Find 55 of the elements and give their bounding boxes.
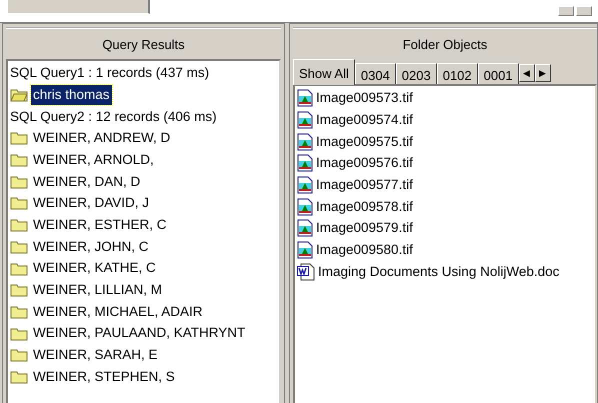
folder-item[interactable]: WEINER, DAN, D — [31, 172, 142, 192]
file-item[interactable]: Image009577.tif — [316, 174, 413, 196]
image-file-icon — [297, 176, 313, 194]
tab[interactable]: Show All — [293, 58, 355, 84]
tab[interactable]: 0203 — [396, 62, 437, 84]
query-summary: SQL Query2 : 12 records (406 ms) — [10, 108, 217, 126]
image-file-icon — [297, 241, 313, 260]
file-item[interactable]: Image009575.tif — [316, 132, 413, 152]
folder-icon — [10, 262, 28, 276]
folder-item[interactable]: WEINER, MICHAEL, ADAIR — [31, 302, 205, 322]
folder-icon — [10, 196, 28, 210]
folder-icon — [10, 326, 28, 341]
folder-icon — [10, 153, 28, 168]
folder-item[interactable]: WEINER, PAULAAND, KATHRYNT — [31, 323, 248, 344]
folder-item[interactable]: WEINER, ESTHER, C — [31, 215, 169, 236]
image-file-icon — [297, 154, 313, 172]
folder-icon — [10, 131, 28, 146]
image-file-icon — [297, 111, 313, 130]
folder-icon — [10, 218, 28, 232]
folder-icon — [10, 240, 28, 254]
folder-item[interactable]: WEINER, ANDREW, D — [31, 128, 172, 149]
file-item[interactable]: Image009574.tif — [316, 110, 413, 130]
folder-item[interactable]: WEINER, LILLIAN, M — [31, 280, 164, 300]
file-item[interactable]: Image009576.tif — [316, 153, 413, 174]
tab[interactable]: 0001 — [478, 62, 519, 84]
folder-icon — [10, 348, 28, 362]
file-item[interactable]: Image009579.tif — [316, 218, 413, 239]
folder-icon — [10, 88, 28, 102]
scroll-left-button[interactable]: ◀ — [518, 64, 535, 82]
image-file-icon — [297, 219, 313, 238]
image-file-icon — [297, 198, 313, 216]
folder-icon — [10, 174, 28, 189]
folder-item[interactable]: WEINER, KATHE, C — [31, 258, 158, 279]
file-item[interactable]: Imaging Documents Using NolijWeb.doc — [318, 262, 560, 282]
folder-item[interactable]: WEINER, STEPHEN, S — [31, 366, 177, 388]
file-item[interactable]: Image009573.tif — [316, 88, 413, 108]
folder-item[interactable]: WEINER, ARNOLD, — [31, 150, 156, 170]
image-file-icon — [297, 132, 313, 151]
word-document-icon — [297, 262, 315, 281]
query-summary: SQL Query1 : 1 records (437 ms) — [10, 64, 210, 82]
folder-icon — [10, 370, 28, 384]
folder-item[interactable]: WEINER, JOHN, C — [31, 236, 151, 257]
scroll-right-button[interactable]: ▶ — [534, 64, 551, 82]
folder-item[interactable]: WEINER, DAVID, J — [31, 193, 152, 214]
folder-icon — [10, 304, 28, 319]
file-item[interactable]: Image009578.tif — [316, 196, 413, 217]
file-item[interactable]: Image009580.tif — [316, 240, 413, 260]
folder-icon — [10, 283, 28, 298]
toolbar-button[interactable] — [576, 6, 592, 16]
toolbar-button[interactable] — [558, 6, 574, 16]
tab[interactable]: 0102 — [436, 62, 478, 84]
folder-item[interactable]: WEINER, SARAH, E — [31, 345, 160, 366]
tab[interactable]: 0304 — [354, 62, 396, 84]
image-file-icon — [297, 89, 313, 108]
folder-item[interactable]: chris thomas — [31, 84, 112, 106]
